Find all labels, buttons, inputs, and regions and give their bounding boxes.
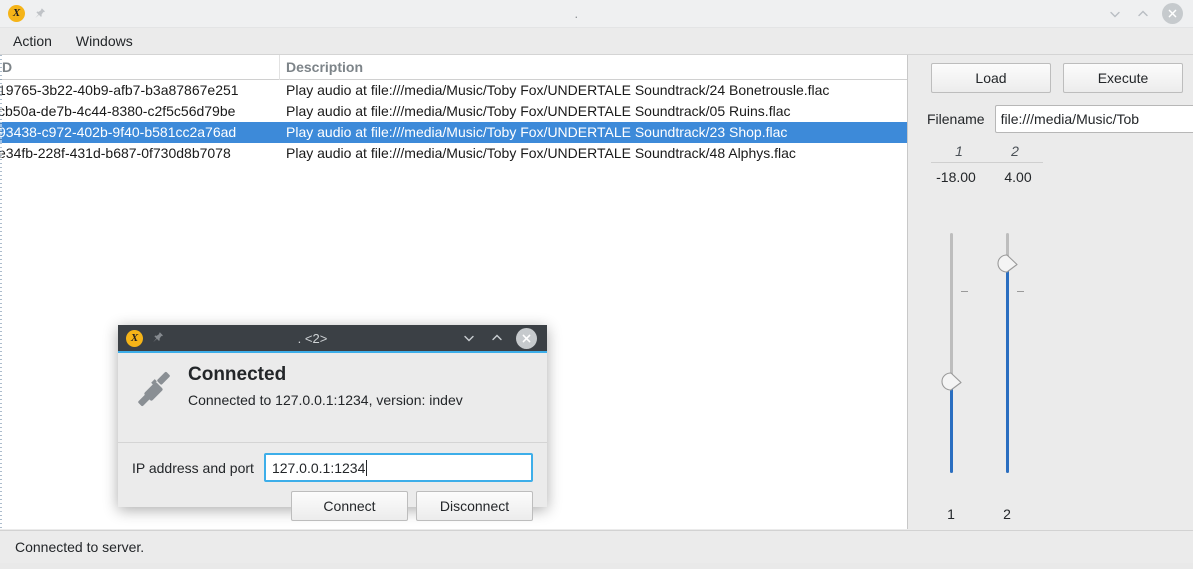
table-row[interactable]: cb50a-de7b-4c44-8380-c2f5c56d79be Play au… xyxy=(0,101,907,122)
window-title: . xyxy=(574,6,579,21)
column-header-id[interactable]: D xyxy=(0,55,280,80)
pin-icon[interactable] xyxy=(33,7,47,21)
slider-2-handle[interactable] xyxy=(997,254,1019,274)
panel-button-row: Load Execute xyxy=(909,55,1193,93)
application-window: X . Action Windows D Description 19765-3… xyxy=(0,0,1193,569)
dialog-text-block: Connected Connected to 127.0.0.1:1234, v… xyxy=(188,363,463,411)
chevron-down-icon xyxy=(1110,11,1120,17)
dialog-heading: Connected xyxy=(188,364,287,385)
table-row[interactable]: e34fb-228f-431d-b687-0f730d8b7078 Play au… xyxy=(0,143,907,164)
background-window-strip xyxy=(0,563,1193,569)
table-body: 19765-3b22-40b9-afb7-b3a87867e251 Play au… xyxy=(0,80,907,164)
maximize-button[interactable] xyxy=(1134,5,1152,23)
statusbar-text: Connected to server. xyxy=(15,539,145,555)
control-panel: Load Execute Filename 1 2 -18.00 4.00 xyxy=(909,55,1193,529)
ip-port-label: IP address and port xyxy=(132,459,254,476)
titlebar-icons: X xyxy=(0,5,47,22)
window-controls xyxy=(1106,3,1193,24)
slider-1-label: 1 xyxy=(947,506,955,522)
slider-1-handle[interactable] xyxy=(941,372,963,392)
text-caret xyxy=(366,459,368,476)
parameter-values: -18.00 4.00 xyxy=(909,163,1193,185)
minimize-button[interactable] xyxy=(1106,5,1124,23)
menu-windows[interactable]: Windows xyxy=(73,31,136,51)
close-button[interactable] xyxy=(1162,3,1183,24)
parameter-header-2: 2 xyxy=(987,143,1043,163)
slider-2-label: 2 xyxy=(1003,506,1011,522)
plug-connector-icon xyxy=(138,371,170,407)
slider-1-tick xyxy=(961,290,968,292)
window-titlebar: X . xyxy=(0,0,1193,28)
connection-dialog: X . <2> Connected Connected to 127.0.0.1… xyxy=(118,325,547,521)
chevron-up-icon xyxy=(492,334,502,341)
chevron-up-icon xyxy=(1138,10,1148,16)
cell-id: cb50a-de7b-4c44-8380-c2f5c56d79be xyxy=(0,103,236,119)
column-header-description[interactable]: Description xyxy=(280,55,907,80)
background-window-text xyxy=(0,563,1193,565)
ip-port-value: 127.0.0.1:1234 xyxy=(271,459,366,476)
filename-row: Filename xyxy=(909,93,1193,133)
dialog-field-row: IP address and port 127.0.0.1:1234 xyxy=(132,453,533,482)
dialog-form: IP address and port 127.0.0.1:1234 Conne… xyxy=(118,443,547,521)
slider-2-fill xyxy=(1006,264,1009,473)
dialog-close-button[interactable] xyxy=(516,327,537,349)
filename-input[interactable] xyxy=(994,105,1193,133)
dialog-titlebar: X . <2> xyxy=(118,325,547,353)
cell-id: 93438-c972-402b-9f40-b581cc2a76ad xyxy=(0,124,237,140)
statusbar: Connected to server. xyxy=(0,530,1193,563)
execute-button[interactable]: Execute xyxy=(1063,63,1183,93)
connect-button[interactable]: Connect xyxy=(291,491,408,521)
parameter-headers: 1 2 xyxy=(909,133,1193,163)
dialog-header-row: Connected Connected to 127.0.0.1:1234, v… xyxy=(118,363,547,411)
dialog-body: Connected Connected to 127.0.0.1:1234, v… xyxy=(118,353,547,443)
cell-description: Play audio at file:///media/Music/Toby F… xyxy=(286,103,791,119)
menubar: Action Windows xyxy=(0,28,1193,55)
load-button[interactable]: Load xyxy=(931,63,1051,93)
dialog-subtext: Connected to 127.0.0.1:1234, version: in… xyxy=(188,392,463,408)
table-header-row: D Description xyxy=(0,55,907,80)
cell-id: 19765-3b22-40b9-afb7-b3a87867e251 xyxy=(0,82,239,98)
ip-port-input[interactable]: 127.0.0.1:1234 xyxy=(263,453,533,482)
parameter-value-2: 4.00 xyxy=(1004,169,1032,185)
dialog-button-row: Connect Disconnect xyxy=(132,482,533,521)
close-icon xyxy=(522,334,531,342)
parameter-header-1: 1 xyxy=(931,143,987,163)
x-app-icon: X xyxy=(126,329,143,347)
pin-icon[interactable] xyxy=(151,331,165,345)
cell-description: Play audio at file:///media/Music/Toby F… xyxy=(286,124,788,140)
table-row[interactable]: 93438-c972-402b-9f40-b581cc2a76ad Play au… xyxy=(0,122,907,143)
menu-action[interactable]: Action xyxy=(10,31,55,51)
table-row[interactable]: 19765-3b22-40b9-afb7-b3a87867e251 Play au… xyxy=(0,80,907,101)
parameter-value-1: -18.00 xyxy=(936,169,976,185)
slider-2-tick xyxy=(1017,290,1024,292)
cell-description: Play audio at file:///media/Music/Toby F… xyxy=(286,145,796,161)
slider-1-fill xyxy=(950,381,953,473)
filename-label: Filename xyxy=(927,111,985,127)
slider-area: 1 2 xyxy=(909,221,1193,529)
disconnect-button[interactable]: Disconnect xyxy=(416,491,533,521)
slider-1[interactable]: 1 xyxy=(921,221,981,522)
slider-1-groove[interactable] xyxy=(950,233,953,473)
cell-id: e34fb-228f-431d-b687-0f730d8b7078 xyxy=(0,145,231,161)
cell-description: Play audio at file:///media/Music/Toby F… xyxy=(286,82,830,98)
x-app-icon: X xyxy=(8,5,25,22)
dialog-minimize-button[interactable] xyxy=(460,329,478,347)
dialog-window-controls xyxy=(460,327,547,349)
close-icon xyxy=(1168,9,1177,18)
chevron-down-icon xyxy=(464,335,474,342)
dialog-title: . <2> xyxy=(297,330,328,346)
slider-2[interactable]: 2 xyxy=(977,221,1037,522)
dialog-maximize-button[interactable] xyxy=(488,329,506,347)
dialog-titlebar-icons: X xyxy=(118,329,165,347)
